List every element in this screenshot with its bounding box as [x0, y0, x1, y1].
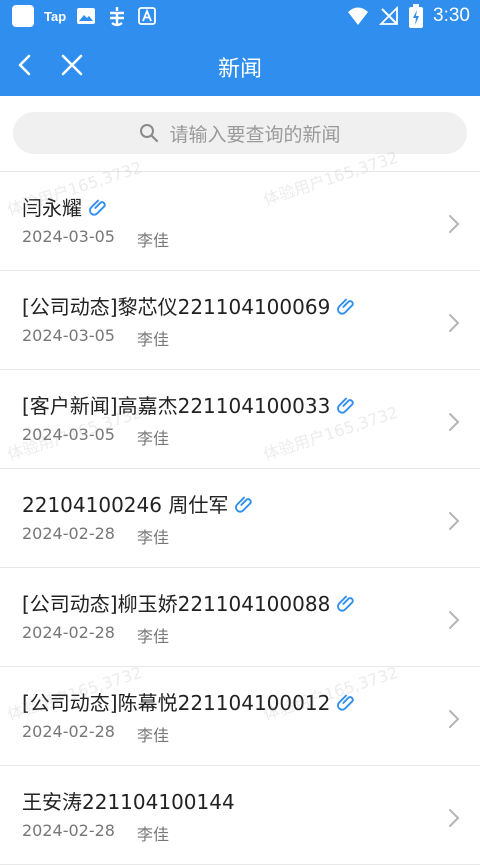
news-author: 李佳 [136, 726, 169, 745]
news-title: [公司动态]陈幕悦221104100012 [22, 691, 331, 715]
news-title: [公司动态]柳玉娇221104100088 [22, 592, 331, 616]
chevron-right-icon [449, 611, 460, 629]
news-date: 2024-02-28 [22, 623, 115, 642]
search-bar: 请输入要查询的新闻 [0, 96, 480, 172]
news-item-3[interactable]: [客户新闻]高嘉杰221104100033 2024-03-05 李佳 [0, 370, 480, 469]
news-author: 李佳 [136, 429, 169, 448]
news-author: 李佳 [136, 330, 169, 349]
news-item-6[interactable]: [公司动态]陈幕悦221104100012 2024-02-28 李佳 [0, 667, 480, 766]
news-author: 李佳 [136, 231, 169, 250]
attachment-icon [89, 199, 106, 216]
news-date: 2024-03-05 [22, 227, 115, 246]
wifi-icon [347, 6, 369, 26]
image-notification-icon [76, 6, 96, 26]
bug-notification-icon [106, 5, 128, 27]
news-date: 2024-03-05 [22, 425, 115, 444]
news-item-1[interactable]: 闫永耀 2024-03-05 李佳 [0, 172, 480, 271]
news-list: 闫永耀 2024-03-05 李佳 [公司动态]黎芯仪221104100069 2… [0, 172, 480, 865]
news-title: [公司动态]黎芯仪221104100069 [22, 295, 331, 319]
news-date: 2024-02-28 [22, 821, 115, 840]
news-author: 李佳 [136, 825, 169, 844]
chevron-right-icon [449, 413, 460, 431]
news-date: 2024-03-05 [22, 326, 115, 345]
page-title: 新闻 [217, 57, 262, 82]
search-input[interactable]: 请输入要查询的新闻 [13, 112, 467, 154]
clock: 3:30 [433, 5, 470, 26]
tap-notification-icon: Tap [44, 8, 67, 24]
chevron-right-icon [449, 314, 460, 332]
news-item-4[interactable]: 22104100246 周仕军 2024-02-28 李佳 [0, 469, 480, 568]
chevron-right-icon [449, 512, 460, 530]
translate-notification-icon [138, 7, 157, 25]
battery-charging-icon [409, 4, 424, 28]
chevron-right-icon [449, 710, 460, 728]
news-item-5[interactable]: [公司动态]柳玉娇221104100088 2024-02-28 李佳 [0, 568, 480, 667]
app-notification-icon [12, 5, 34, 27]
chevron-right-icon [449, 809, 460, 827]
news-date: 2024-02-28 [22, 524, 115, 543]
no-signal-icon [379, 6, 399, 26]
status-bar: Tap 3:30 [0, 0, 480, 34]
news-title: [客户新闻]高嘉杰221104100033 [22, 394, 331, 418]
chevron-right-icon [449, 215, 460, 233]
search-placeholder: 请输入要查询的新闻 [169, 123, 341, 146]
news-title: 22104100246 周仕军 [22, 493, 229, 517]
news-author: 李佳 [136, 528, 169, 547]
attachment-icon [337, 595, 354, 612]
app-bar: 新闻 [0, 34, 480, 96]
news-date: 2024-02-28 [22, 722, 115, 741]
search-icon [140, 124, 159, 143]
attachment-icon [337, 397, 354, 414]
attachment-icon [337, 298, 354, 315]
news-title: 闫永耀 [22, 196, 82, 220]
news-author: 李佳 [136, 627, 169, 646]
news-title: 王安涛221104100144 [22, 790, 235, 814]
attachment-icon [235, 496, 252, 513]
news-item-2[interactable]: [公司动态]黎芯仪221104100069 2024-03-05 李佳 [0, 271, 480, 370]
news-item-7[interactable]: 王安涛221104100144 2024-02-28 李佳 [0, 766, 480, 865]
attachment-icon [337, 694, 354, 711]
